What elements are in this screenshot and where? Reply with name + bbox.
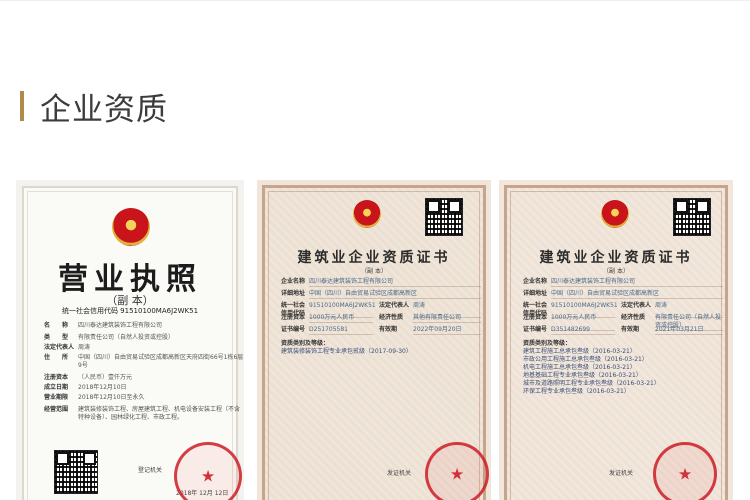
certificate-issuer: 发证机关 bbox=[387, 470, 412, 477]
license-registrar: 登记机关 bbox=[138, 467, 163, 474]
qr-code-icon bbox=[425, 198, 463, 236]
section-title: 企业资质 bbox=[40, 91, 168, 128]
certificate-subtitle: （副 本） bbox=[361, 268, 387, 275]
license-field: 住 所中国（四川）自由贸易试验区成都高新区天府四街66号1栋6层9号 bbox=[44, 354, 244, 369]
certificate-field: 企业名称 四川泰达建筑装饰工程有限公司 bbox=[523, 278, 723, 287]
qualification-certificate-2[interactable]: 建筑业企业资质证书 （副 本） 企业名称 四川泰达建筑装饰工程有限公司 详细地址中… bbox=[499, 180, 733, 500]
certificate-subtitle: （副 本） bbox=[603, 268, 629, 275]
license-field: 营业期限 2018年12月10日至永久 bbox=[44, 394, 145, 401]
license-field: 法定代表人 周涛 bbox=[44, 344, 91, 351]
qr-code-icon bbox=[673, 198, 711, 236]
certificate-title: 建筑业企业资质证书 bbox=[539, 250, 693, 266]
license-field: 成立日期 2018年12月10日 bbox=[44, 384, 127, 391]
section-heading: 企业资质 bbox=[20, 88, 168, 128]
license-field: 名 称四川泰达建筑装饰工程有限公司 bbox=[44, 322, 163, 329]
certificate-field: 详细地址 中国（四川）自由贸易试验区成都高新区 bbox=[523, 290, 723, 299]
certificate-field: 企业名称 四川泰达建筑装饰工程有限公司 bbox=[281, 278, 481, 287]
certificate-issuer: 发证机关 bbox=[609, 470, 634, 477]
license-field: 经营范围 建筑装修装饰工程、房屋建筑工程、机电设备安装工程（不含特种设备）、园林绿… bbox=[44, 406, 241, 421]
qualification-certificate-1[interactable]: 建筑业企业资质证书 （副 本） 企业名称 四川泰达建筑装饰工程有限公司 详细地址中… bbox=[257, 180, 491, 500]
top-divider bbox=[0, 0, 750, 1]
official-seal-icon bbox=[653, 442, 717, 500]
certificate-field-pair: 注册资本 1000万元人民币 经济性质 其他有限责任公司 bbox=[281, 314, 481, 323]
license-field: 注册资本 （人民币）壹仟万元 bbox=[44, 374, 133, 381]
license-credit-code: 统一社会信用代码 91510100MA6J2WK51 bbox=[61, 307, 199, 315]
national-emblem-icon bbox=[601, 200, 629, 228]
certificate-scope: 资质类别及等级： 建筑工程施工总承包叁级（2016-03-21） 市政公用工程施… bbox=[523, 340, 660, 395]
certificate-field: 详细地址 中国（四川）自由贸易试验区成都高新区 bbox=[281, 290, 481, 299]
national-emblem-icon bbox=[353, 200, 381, 228]
official-seal-icon bbox=[425, 442, 489, 500]
qr-code-icon bbox=[54, 450, 98, 494]
business-license-image[interactable]: 营业执照 （副 本） 统一社会信用代码 91510100MA6J2WK51 名 … bbox=[16, 180, 244, 500]
certificate-scope: 资质类别及等级： 建筑装修装饰工程专业承包贰级（2017-09-30） bbox=[281, 340, 412, 355]
heading-accent-bar bbox=[20, 91, 24, 121]
license-field: 类 型有限责任公司（自然人投资或控股） bbox=[44, 334, 175, 341]
certificate-title: 建筑业企业资质证书 bbox=[297, 250, 451, 266]
national-emblem-icon bbox=[112, 208, 150, 246]
certificate-field-pair: 证书编号 D351482699 有效期 2021年03月21日 bbox=[523, 326, 723, 335]
certificate-field-pair: 证书编号 D251705581 有效期 2022年09月20日 bbox=[281, 326, 481, 335]
